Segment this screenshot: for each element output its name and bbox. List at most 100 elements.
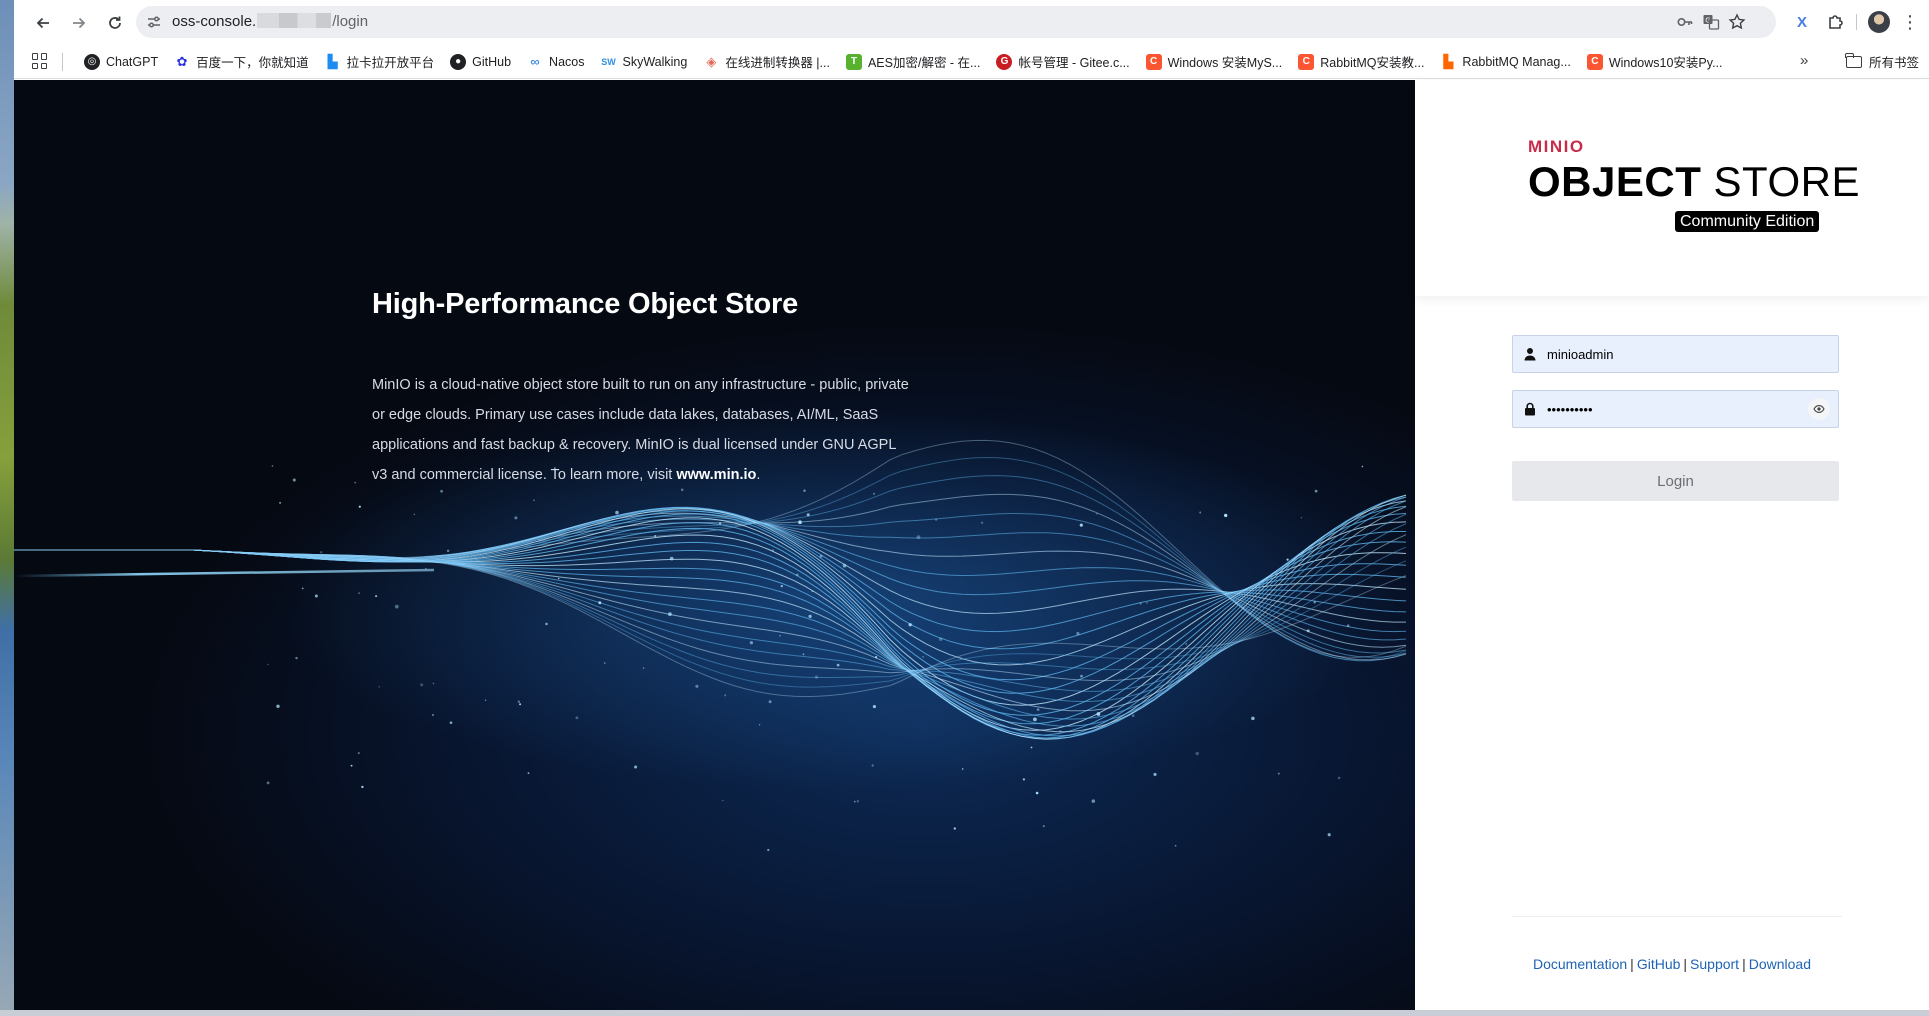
back-icon[interactable] xyxy=(30,10,56,36)
particle xyxy=(1313,601,1316,604)
particle xyxy=(1277,772,1280,775)
browser-menu-icon[interactable]: ⋮ xyxy=(1898,10,1922,34)
bookmark-item[interactable]: SW SkyWalking xyxy=(592,48,695,76)
particle xyxy=(798,520,802,525)
particle xyxy=(953,827,956,830)
taskbar-edge xyxy=(0,1010,1929,1016)
translate-icon[interactable]: G xyxy=(1702,13,1720,31)
product-name-bold: OBJECT xyxy=(1528,158,1702,205)
particle xyxy=(749,641,754,645)
bookmark-item[interactable]: ◈ 在线进制转换器 |... xyxy=(695,48,838,76)
hero-text-body: MinIO is a cloud-native object store bui… xyxy=(372,377,909,483)
bookmark-item[interactable]: C Windows 安装MyS... xyxy=(1138,48,1291,76)
bookmark-item[interactable]: C Windows10安装Py... xyxy=(1579,48,1731,76)
particle xyxy=(378,685,381,688)
bookmark-label: SkyWalking xyxy=(622,54,688,69)
particle xyxy=(314,594,318,598)
particle xyxy=(598,601,602,605)
particle xyxy=(1199,511,1202,514)
username-input[interactable] xyxy=(1547,342,1797,366)
all-bookmarks-folder[interactable]: 所有书签 xyxy=(1845,44,1919,79)
bookmark-label: AES加密/解密 - 在... xyxy=(867,56,981,70)
profile-avatar[interactable] xyxy=(1868,11,1890,33)
particle xyxy=(1306,629,1310,633)
bookmark-item[interactable]: ● GitHub xyxy=(442,48,519,76)
folder-icon xyxy=(1845,52,1862,68)
rabbitmq-icon: ▙ xyxy=(1443,53,1454,69)
particle xyxy=(266,781,270,785)
particle xyxy=(271,465,274,467)
hero-title: High-Performance Object Store xyxy=(372,288,799,320)
particle xyxy=(440,489,443,493)
download-link[interactable]: Download xyxy=(1749,956,1811,972)
bookmark-item[interactable]: ◎ ChatGPT xyxy=(76,48,166,76)
password-input[interactable] xyxy=(1547,397,1797,421)
particle xyxy=(375,595,378,598)
password-key-icon[interactable] xyxy=(1676,13,1694,31)
particle xyxy=(772,549,774,552)
bookmark-item[interactable]: T AES加密/解密 - 在... xyxy=(838,48,989,76)
particle xyxy=(872,705,876,709)
footer-divider xyxy=(1512,916,1842,917)
hero-description: MinIO is a cloud-native object store bui… xyxy=(372,370,912,490)
particle xyxy=(358,505,361,508)
particle xyxy=(295,656,298,660)
site-settings-icon[interactable] xyxy=(146,14,162,30)
bookmark-item[interactable]: ✿ 百度一下，你就知道 xyxy=(166,48,317,76)
bookmark-item[interactable]: G 帐号管理 - Gitee.c... xyxy=(988,48,1137,76)
bookmark-label: Windows 安装MyS... xyxy=(1167,56,1283,70)
particle xyxy=(767,848,770,852)
forward-icon[interactable] xyxy=(66,10,92,36)
particle xyxy=(908,623,912,627)
particle xyxy=(357,752,360,755)
extension-x-icon[interactable]: X xyxy=(1790,10,1814,34)
particle xyxy=(814,675,819,679)
particle xyxy=(806,513,810,517)
extensions-puzzle-icon[interactable] xyxy=(1824,10,1848,34)
particle xyxy=(768,700,772,704)
particle xyxy=(1327,833,1331,837)
particle xyxy=(1314,489,1318,493)
url-path: /login xyxy=(332,13,369,30)
reload-icon[interactable] xyxy=(102,10,128,36)
particle xyxy=(780,584,783,588)
support-link[interactable]: Support xyxy=(1690,956,1739,972)
url-text[interactable]: oss-console. /login xyxy=(172,13,368,30)
skywalking-icon: SW xyxy=(601,56,616,67)
particle xyxy=(1361,465,1364,468)
login-button[interactable]: Login xyxy=(1512,461,1839,501)
password-field[interactable] xyxy=(1512,390,1839,428)
particle xyxy=(842,563,847,568)
particle xyxy=(1224,513,1228,518)
footer-links: Documentation | GitHub | Support | Download xyxy=(1415,956,1929,972)
minio-logo: MINIO xyxy=(1528,137,1585,156)
github-link[interactable]: GitHub xyxy=(1637,956,1681,972)
particle xyxy=(980,521,984,524)
nacos-icon: ∞ xyxy=(530,54,540,69)
bookmark-item[interactable]: ▙ 拉卡拉开放平台 xyxy=(317,48,443,76)
minio-login-page: High-Performance Object Store MinIO is a… xyxy=(14,80,1929,1010)
bookmark-star-icon[interactable] xyxy=(1728,13,1746,31)
product-name: OBJECT STORE xyxy=(1528,158,1860,206)
desktop-background xyxy=(0,0,14,1016)
chatgpt-icon: ◎ xyxy=(84,53,100,70)
apps-grid-icon[interactable] xyxy=(32,53,48,69)
wave-illustration xyxy=(14,410,1407,852)
particle xyxy=(615,510,619,515)
show-password-eye-icon[interactable] xyxy=(1808,398,1830,420)
particle xyxy=(669,556,674,561)
login-panel: MINIO OBJECT STORE Community Edition Log… xyxy=(1415,80,1929,1010)
bookmark-item[interactable]: ∞ Nacos xyxy=(519,48,592,76)
particle xyxy=(267,663,269,666)
particle xyxy=(854,800,856,803)
minio-website-link[interactable]: www.min.io xyxy=(676,467,756,483)
more-bookmarks-icon[interactable]: » xyxy=(1800,52,1808,69)
bookmark-item[interactable]: ▙ RabbitMQ Manag... xyxy=(1432,48,1578,76)
username-field[interactable] xyxy=(1512,335,1839,373)
bookmark-label: Windows10安装Py... xyxy=(1608,56,1723,70)
address-bar[interactable]: oss-console. /login G xyxy=(136,6,1776,38)
particle xyxy=(1337,776,1341,780)
bookmark-item[interactable]: C RabbitMQ安装教... xyxy=(1290,48,1432,76)
documentation-link[interactable]: Documentation xyxy=(1533,956,1627,972)
particle xyxy=(642,667,645,669)
